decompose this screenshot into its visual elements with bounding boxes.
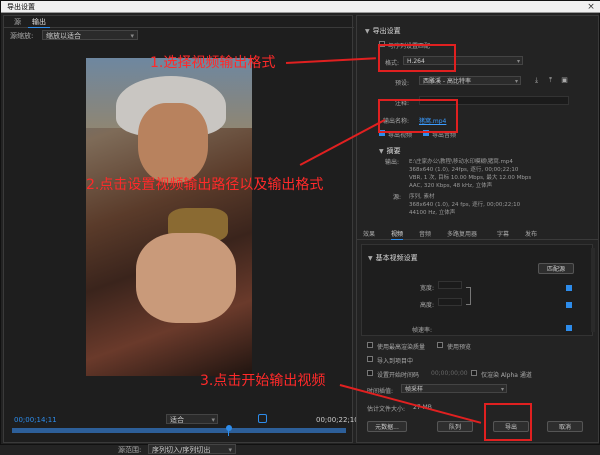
tab-effects[interactable]: 效果 — [363, 229, 375, 240]
export-settings-title: 导出设置 — [372, 27, 401, 35]
framerate-label: 帧速率: — [412, 327, 433, 334]
summary-source-line: 序列, 素材 — [409, 194, 435, 200]
chevron-down-icon: ▾ — [514, 78, 518, 85]
scaling-label: 源缩放: — [10, 32, 34, 40]
match-source-button[interactable]: 匹配源 — [538, 263, 574, 274]
video-preview — [86, 58, 252, 376]
duration-timecode: 00;00;22;10 — [316, 416, 359, 424]
collapse-triangle-icon: ▼ — [379, 148, 384, 155]
framerate-match-checkbox[interactable] — [566, 325, 572, 331]
chevron-down-icon: ▾ — [130, 32, 134, 40]
width-label: 宽度: — [420, 285, 435, 292]
height-input[interactable] — [438, 298, 462, 306]
summary-source-line: 44100 Hz, 立体声 — [409, 210, 456, 216]
current-timecode: 00;00;14;11 — [14, 416, 57, 424]
fit-value: 适合 — [170, 416, 184, 424]
step3-annotation: 3.点击开始输出视频 — [200, 373, 326, 389]
height-match-checkbox[interactable] — [566, 302, 572, 308]
window-title: 导出设置 — [7, 3, 35, 11]
file-size-label: 估计文件大小: — [367, 406, 406, 413]
height-label: 高度: — [420, 302, 435, 309]
cancel-button[interactable]: 取消 — [547, 421, 583, 432]
tab-output[interactable]: 输出 — [28, 16, 50, 28]
start-timecode-label: 设置开始时间码 — [377, 372, 420, 379]
summary-source-label: 源: — [393, 194, 402, 201]
use-preview-label: 使用预览 — [447, 344, 472, 351]
preset-value: 西雕溪 - 高比特率 — [423, 78, 471, 85]
import-to-project-checkbox[interactable] — [367, 356, 373, 362]
summary-section[interactable]: ▼ 摘要 — [379, 146, 401, 156]
summary-source-line: 368x640 (1.0), 24 fps, 逐行, 00;00;22;10 — [409, 202, 521, 208]
preset-select[interactable]: 西雕溪 - 高比特率 ▾ — [419, 76, 521, 85]
max-render-quality-checkbox[interactable] — [367, 342, 373, 348]
step2-annotation: 2.点击设置视频输出路径以及输出格式 — [86, 177, 324, 193]
metadata-button[interactable]: 元数据... — [367, 421, 407, 432]
settings-panel: ▼ 导出设置 与序列设置匹配 格式: H.264 ▾ 预设: 西雕溪 - 高比特率… — [356, 15, 599, 443]
step1-annotation: 1.选择视频输出格式 — [150, 55, 276, 71]
preview-tabs: 源 输出 — [4, 16, 354, 28]
collapse-triangle-icon: ▼ — [365, 28, 370, 35]
export-settings-section[interactable]: ▼ 导出设置 — [365, 26, 401, 36]
output-name-highlight-box — [378, 99, 458, 133]
summary-title: 摘要 — [386, 147, 401, 155]
export-highlight-box — [484, 403, 532, 441]
format-highlight-box — [378, 44, 456, 72]
source-range-select[interactable]: 序列切入/序列切出 ▾ — [148, 444, 236, 454]
settings-tabs: 效果 视频 音频 多路复用器 字幕 发布 — [357, 229, 598, 240]
summary-output-label: 输出: — [385, 159, 400, 166]
playhead-handle[interactable] — [226, 425, 232, 431]
preset-label: 预设: — [395, 80, 410, 87]
settings-scrollbar[interactable] — [591, 248, 595, 332]
import-to-project-label: 导入到项目中 — [377, 358, 414, 365]
max-render-quality-label: 使用最高渲染质量 — [377, 344, 426, 351]
start-timecode-checkbox[interactable] — [367, 370, 373, 376]
width-input[interactable] — [438, 281, 462, 289]
chevron-down-icon: ▾ — [211, 416, 215, 424]
source-range-value: 序列切入/序列切出 — [152, 446, 211, 454]
chevron-down-icon: ▾ — [500, 386, 504, 393]
chevron-down-icon: ▾ — [228, 446, 232, 454]
summary-output-line: AAC, 320 Kbps, 48 kHz, 立体声 — [409, 183, 493, 189]
summary-output-line: 368x640 (1.0), 24fps, 逐行, 00;00;22;10 — [409, 167, 519, 173]
fit-select[interactable]: 适合 ▾ — [166, 414, 218, 424]
scaling-select[interactable]: 缩放以适合 ▾ — [42, 30, 138, 40]
tab-source[interactable]: 源 — [10, 16, 25, 28]
source-range-label: 源范围: — [118, 446, 142, 454]
tab-publish[interactable]: 发布 — [525, 229, 537, 240]
link-bracket — [466, 287, 471, 305]
save-preset-icon[interactable]: ⤓ — [533, 77, 540, 84]
queue-button[interactable]: 队列 — [437, 421, 473, 432]
collapse-triangle-icon: ▼ — [368, 255, 373, 262]
preview-face — [138, 103, 208, 183]
render-alpha-checkbox[interactable] — [471, 370, 477, 376]
basic-video-title: 基本视频设置 — [375, 254, 418, 262]
time-interpolation-value: 帧采样 — [405, 386, 424, 393]
tab-audio[interactable]: 音频 — [419, 229, 431, 240]
scaling-value: 缩放以适合 — [46, 32, 81, 40]
tab-captions[interactable]: 字幕 — [497, 229, 509, 240]
basic-video-section[interactable]: ▼ 基本视频设置 — [368, 253, 418, 263]
marker-icon[interactable] — [258, 414, 267, 423]
use-preview-checkbox[interactable] — [437, 342, 443, 348]
tab-video[interactable]: 视频 — [391, 229, 404, 240]
start-timecode-value[interactable]: 00;00;00;00 — [431, 370, 468, 377]
delete-preset-icon[interactable]: ▣ — [561, 77, 568, 84]
window-titlebar: 导出设置 × — [1, 1, 600, 13]
time-interpolation-select[interactable]: 帧采样 ▾ — [401, 384, 507, 393]
import-preset-icon[interactable]: ⤒ — [547, 77, 554, 84]
video-settings-panel: ▼ 基本视频设置 匹配源 宽度: 高度: 帧速率: — [361, 244, 593, 336]
preview-hand — [136, 233, 236, 323]
render-alpha-label: 仅渲染 Alpha 通道 — [481, 372, 532, 379]
timeline-bar[interactable] — [12, 428, 346, 433]
close-icon[interactable]: × — [585, 1, 597, 13]
tab-multiplexer[interactable]: 多路复用器 — [447, 229, 477, 240]
width-match-checkbox[interactable] — [566, 285, 572, 291]
chevron-down-icon: ▾ — [516, 58, 520, 65]
summary-output-line: VBR, 1 次, 目标 10.00 Mbps, 最大 12.00 Mbps — [409, 175, 532, 181]
summary-output-line: E:\庄家办公\教程\移动水印模糊\猪窝.mp4 — [409, 159, 513, 165]
